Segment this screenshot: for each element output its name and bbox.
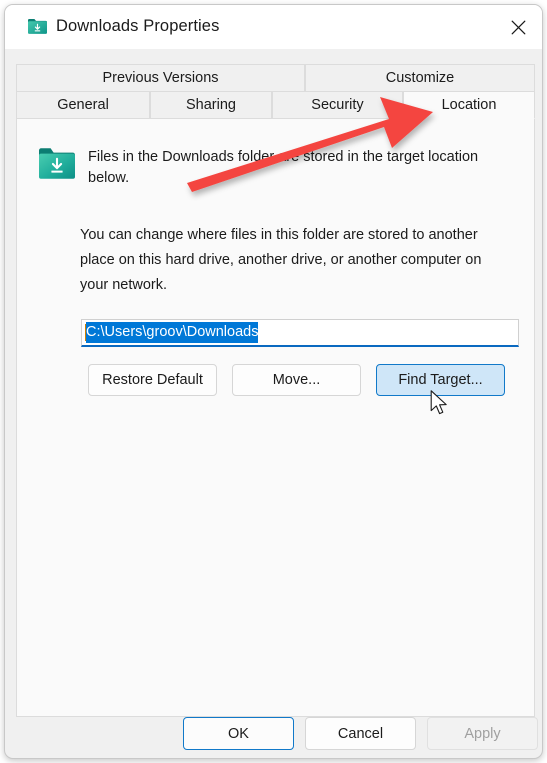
tab-label: Sharing xyxy=(186,97,236,113)
tab-customize[interactable]: Customize xyxy=(305,64,535,91)
tab-general[interactable]: General xyxy=(16,91,150,118)
path-input-value: C:\Users\groov\Downloads xyxy=(86,322,259,343)
tab-sharing[interactable]: Sharing xyxy=(150,91,272,118)
tab-previous-versions[interactable]: Previous Versions xyxy=(16,64,305,91)
tab-label: Customize xyxy=(385,70,455,86)
cancel-button[interactable]: Cancel xyxy=(305,717,416,750)
tab-label: General xyxy=(57,97,109,113)
button-label: Restore Default xyxy=(102,372,203,388)
find-target-button[interactable]: Find Target... xyxy=(376,364,505,396)
tab-label: Previous Versions xyxy=(102,70,219,86)
ok-button[interactable]: OK xyxy=(183,717,294,750)
tab-strip: Previous Versions Customize General Shar… xyxy=(16,64,535,119)
tab-security[interactable]: Security xyxy=(272,91,403,118)
button-label: Find Target... xyxy=(398,372,483,388)
move-button[interactable]: Move... xyxy=(232,364,361,396)
button-label: Apply xyxy=(464,725,501,742)
restore-default-button[interactable]: Restore Default xyxy=(88,364,217,396)
tab-content-location: Files in the Downloads folder are stored… xyxy=(16,118,535,717)
apply-button: Apply xyxy=(427,717,538,750)
properties-dialog: Downloads Properties Previous Versions C… xyxy=(4,4,543,759)
downloads-folder-icon xyxy=(39,148,75,179)
tab-label: Security xyxy=(311,97,364,113)
button-label: Move... xyxy=(272,372,321,388)
location-body-text: You can change where files in this folde… xyxy=(80,227,482,293)
close-icon[interactable] xyxy=(495,5,542,49)
location-intro-text: Files in the Downloads folder are stored… xyxy=(88,149,479,186)
downloads-folder-icon xyxy=(28,18,47,35)
path-input[interactable]: C:\Users\groov\Downloads xyxy=(81,319,519,347)
tab-location[interactable]: Location xyxy=(403,91,535,119)
tab-row-upper: Previous Versions Customize xyxy=(16,64,535,91)
button-label: Cancel xyxy=(337,725,384,742)
button-label: OK xyxy=(228,725,249,742)
tab-label: Location xyxy=(441,97,497,113)
tab-row-lower: General Sharing Security Location xyxy=(16,91,535,119)
title-bar: Downloads Properties xyxy=(5,5,542,49)
window-title: Downloads Properties xyxy=(56,17,220,35)
